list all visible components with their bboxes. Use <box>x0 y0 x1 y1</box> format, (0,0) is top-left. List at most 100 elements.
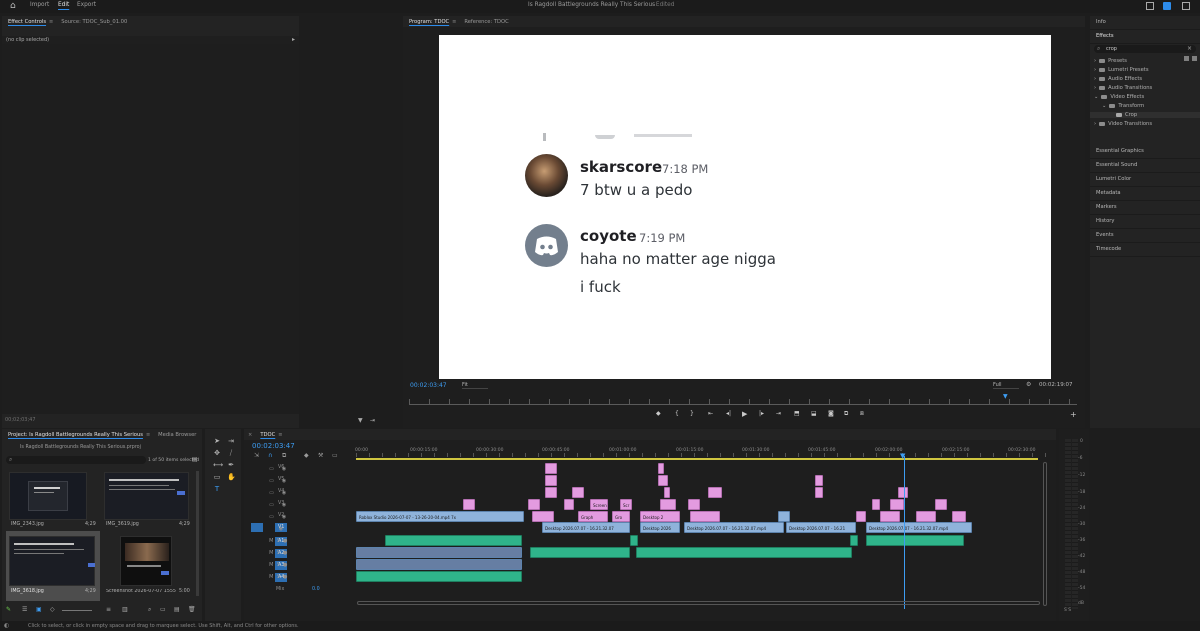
hand-tool-icon[interactable]: ✋ <box>227 473 236 481</box>
clip[interactable] <box>952 511 966 522</box>
clip[interactable]: Roblox Studio 2026-07-07 - 13-26-20-04.m… <box>356 511 524 522</box>
step-back-icon[interactable]: ◂| <box>726 410 731 417</box>
clip[interactable] <box>778 511 790 522</box>
tab-effect-controls[interactable]: Effect Controls <box>8 19 46 25</box>
close-icon[interactable]: × <box>248 432 252 438</box>
freeform-view-icon[interactable]: ◇ <box>50 606 55 613</box>
share-icon[interactable] <box>1163 2 1171 10</box>
clip[interactable]: Screen <box>590 499 608 510</box>
clip[interactable] <box>872 499 880 510</box>
trash-icon[interactable]: 🗑 <box>188 606 196 613</box>
new-item-icon[interactable]: ▤ <box>174 606 180 613</box>
audio-clip[interactable] <box>385 535 522 546</box>
chevron-right-icon[interactable]: › <box>1094 67 1096 73</box>
panel-events[interactable]: Events <box>1090 229 1200 243</box>
clip[interactable] <box>660 499 676 510</box>
audio-clip[interactable] <box>850 535 858 546</box>
filter-icon[interactable]: ▼ <box>358 417 363 424</box>
ripple-edit-icon[interactable]: ✥ <box>213 449 221 457</box>
effects-search[interactable]: ⌕ crop × <box>1094 45 1196 53</box>
clip[interactable] <box>658 463 664 474</box>
clip[interactable] <box>890 499 904 510</box>
nav-import[interactable]: Import <box>30 2 49 8</box>
step-forward-icon[interactable]: |▸ <box>759 410 764 417</box>
extract-icon[interactable]: ⬓ <box>811 410 817 417</box>
message-author[interactable]: skarscore <box>580 158 662 176</box>
menu-icon[interactable]: ≡ <box>146 432 150 438</box>
effects-tree-item[interactable]: › Audio Transitions <box>1094 85 1152 91</box>
clip[interactable]: Graph <box>578 511 608 522</box>
chevron-right-icon[interactable]: › <box>1094 85 1096 91</box>
tab-project[interactable]: Project: Is Ragdoll Battlegrounds Really… <box>8 432 143 438</box>
workspace-icon[interactable] <box>1146 2 1154 10</box>
thumbnail[interactable] <box>104 472 189 520</box>
clip[interactable]: Desktop 2026.07.07 - 16.21 <box>786 522 856 533</box>
audio-clip[interactable] <box>356 547 522 558</box>
tab-source[interactable]: Source: TDOC_Sub_01.00 <box>61 19 127 25</box>
clip[interactable] <box>935 499 947 510</box>
info-panel-header[interactable]: Info <box>1090 16 1200 30</box>
settings-icon[interactable]: ⚙ <box>1026 381 1031 388</box>
work-area-bar[interactable] <box>356 458 1038 460</box>
out-point-icon[interactable]: } <box>690 410 694 417</box>
playhead-line[interactable] <box>904 456 905 609</box>
playhead-marker-icon[interactable]: ▼ <box>900 452 905 460</box>
effects-tree-item[interactable]: › Presets <box>1094 58 1127 64</box>
new-bin-icon[interactable]: ▤ <box>192 456 198 463</box>
compare-icon[interactable]: ⧉ <box>844 410 848 418</box>
project-scrollbar[interactable] <box>196 471 199 596</box>
clip[interactable]: Scr <box>620 499 632 510</box>
clip[interactable] <box>916 511 936 522</box>
panel-lumetri-color[interactable]: Lumetri Color <box>1090 173 1200 187</box>
effects-tree-item-selected[interactable]: Crop <box>1090 112 1200 118</box>
export-frame-icon[interactable]: ⇥ <box>370 417 375 424</box>
clip[interactable] <box>545 487 557 498</box>
tab-timeline[interactable]: TDOC <box>260 432 275 438</box>
nest-icon[interactable]: ⇲ <box>254 452 259 459</box>
message-author[interactable]: coyote <box>580 227 637 245</box>
clip[interactable] <box>572 487 584 498</box>
timeline-scrollbar-v[interactable] <box>1043 462 1047 606</box>
panel-timecode[interactable]: Timecode <box>1090 243 1200 257</box>
icon-view-icon[interactable]: ▣ <box>36 606 42 613</box>
type-tool-icon[interactable]: T <box>213 485 221 493</box>
nav-export[interactable]: Export <box>77 2 96 8</box>
clip[interactable] <box>564 499 574 510</box>
clear-search-icon[interactable]: × <box>1187 45 1192 52</box>
clip[interactable]: Desktop 2026.07.07 - 16.21.32.07.mp4 <box>866 522 972 533</box>
zoom-slider[interactable] <box>62 610 92 611</box>
slip-tool-icon[interactable]: ⟷ <box>213 461 223 469</box>
clip[interactable] <box>545 475 557 486</box>
thumbnail[interactable] <box>120 536 172 586</box>
tab-media-browser[interactable]: Media Browser <box>158 432 196 438</box>
clip[interactable]: Desktop 2026.07.07 - 16.21.32.07.mp4 <box>684 522 784 533</box>
effects-tree-item[interactable]: ⌄ Video Effects <box>1094 94 1144 100</box>
list-view-icon[interactable]: ☰ <box>22 606 27 613</box>
camera-icon[interactable]: ◙ <box>828 410 834 417</box>
chevron-right-icon[interactable]: › <box>1094 76 1096 82</box>
multicam-icon[interactable]: ⧈ <box>860 410 864 418</box>
captions-icon[interactable]: ▭ <box>332 452 338 459</box>
automate-icon[interactable]: ▥ <box>122 606 128 613</box>
snap-icon[interactable]: ∩ <box>268 452 272 459</box>
linked-selection-icon[interactable]: ⧉ <box>282 452 286 460</box>
go-to-in-icon[interactable]: ⇤ <box>708 410 713 417</box>
clip[interactable]: Desktop 2 <box>640 511 680 522</box>
panel-metadata[interactable]: Metadata <box>1090 187 1200 201</box>
playhead-marker-icon[interactable]: ▼ <box>1003 393 1008 400</box>
find-icon[interactable]: ⌕ <box>148 606 151 614</box>
audio-clip[interactable] <box>356 559 522 570</box>
chevron-right-icon[interactable]: ▸ <box>292 36 295 43</box>
audio-clip[interactable] <box>530 547 630 558</box>
clip[interactable]: Desktop 2026 <box>640 522 680 533</box>
effects-tree-item[interactable]: ⌄ Transform <box>1102 103 1144 109</box>
chevron-down-icon[interactable]: ⌄ <box>1102 103 1106 109</box>
clip[interactable] <box>815 487 823 498</box>
new-bin-icon[interactable]: ▭ <box>160 606 166 613</box>
track-v1-source[interactable] <box>251 523 263 532</box>
panel-history[interactable]: History <box>1090 215 1200 229</box>
play-icon[interactable]: ▶ <box>742 410 747 418</box>
chevron-right-icon[interactable]: › <box>1094 121 1096 127</box>
panel-essential-graphics[interactable]: Essential Graphics <box>1090 145 1200 159</box>
add-button-icon[interactable]: + <box>1070 410 1077 419</box>
